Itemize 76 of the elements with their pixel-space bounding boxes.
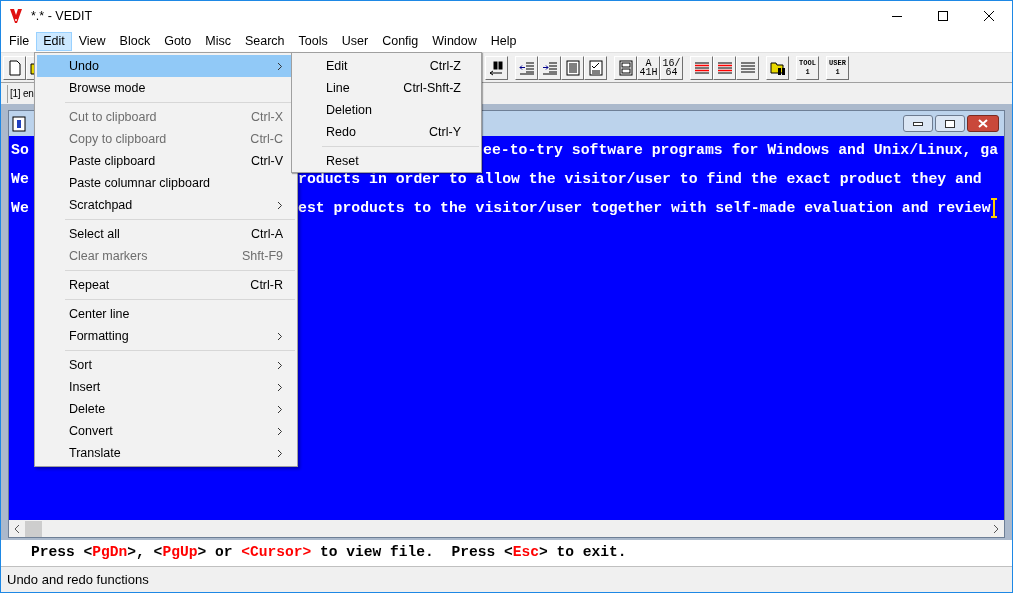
restore-button[interactable] [935,115,965,132]
message-text: PgUp [162,543,198,563]
message-text: PgDn [92,543,128,563]
frame-icon [617,59,634,76]
menu-item[interactable]: Center line [37,303,295,325]
toolbar-button[interactable]: 16/ 64 [660,55,683,80]
close-icon [978,119,988,128]
horizontal-scrollbar[interactable] [9,520,1004,537]
lines-icon [693,59,710,76]
editor-text: roducts in order to allow the visitor/user to find the exact product they and [298,170,982,189]
menu-item[interactable]: Repeat Ctrl-R [37,274,295,296]
menu-item[interactable]: Goto [157,32,199,51]
menu-item[interactable]: Delete [37,398,295,420]
menu-item[interactable]: Insert [37,376,295,398]
menu-item[interactable]: Help [483,32,524,51]
editor-text: So [11,141,29,160]
message-text: >, < [127,543,163,563]
close-icon [984,11,994,21]
message-text: > to exit. [539,543,627,563]
document-icon [564,59,581,76]
menu-item[interactable]: User [334,32,376,51]
window-title: *.* - VEDIT [31,7,93,25]
lines-icon [739,59,756,76]
toolbar-button[interactable] [766,55,789,80]
app-logo-icon [9,7,23,25]
menu-item[interactable]: Edit [36,32,72,51]
indent-icon [541,59,558,76]
message-text: <Cursor> [241,543,312,563]
menu-item[interactable]: File [2,32,37,51]
editor-text: ee-to-try software programs for Windows and Unix/Linux, ga [483,141,998,160]
toolbar-button[interactable] [614,55,637,80]
menu-item[interactable]: Line Ctrl-Shft-Z [294,77,479,99]
menu-item[interactable]: View [71,32,113,51]
menu-item[interactable]: Browse mode [37,77,295,99]
status-text: Undo and redo functions [7,570,149,589]
minimize-button[interactable] [903,115,933,132]
text-cursor-icon [990,198,997,218]
menu-item[interactable]: Convert [37,420,295,442]
toolbar-button[interactable] [485,55,508,80]
message-text: > or [197,543,234,563]
menu-item[interactable]: Search [237,32,292,51]
menu-item[interactable]: Paste columnar clipboard [37,172,295,194]
menu-item[interactable]: Scratchpad [37,194,295,216]
minimize-icon [913,121,923,126]
outdent-icon [518,59,535,76]
maximize-icon [938,11,948,21]
menu-item[interactable]: Reset [294,150,479,172]
menu-item[interactable]: Config [375,32,426,51]
toolbar-button[interactable]: A 41H [637,55,660,80]
editor-text: est products to the visitor/user together with self-made evaluation and review [298,199,991,218]
lines-icon [716,59,733,76]
menu-item[interactable]: Translate [37,442,295,464]
message-text: to view file. Press < [319,543,513,563]
message-text: Esc [512,543,539,563]
menu-item[interactable]: Block [112,32,158,51]
menu-item[interactable]: Sort [37,354,295,376]
scroll-thumb[interactable] [25,520,42,537]
document-icon [11,115,27,132]
editor-text: We [11,199,29,218]
editor-text: We [11,170,29,189]
new-document-icon [6,59,23,76]
menu-item[interactable]: Misc [198,32,238,51]
menu-item[interactable]: Window [425,32,484,51]
menu-item[interactable]: Formatting [37,325,295,347]
folder-binoculars-icon [769,59,786,76]
menu-item[interactable]: Tools [291,32,335,51]
restore-icon [945,119,955,128]
menu-item[interactable]: Edit Ctrl-Z [294,55,479,77]
menu-item[interactable]: Redo Ctrl-Y [294,121,479,143]
message-text: Press < [31,543,93,563]
menu-item[interactable]: Paste clipboard Ctrl-V [37,150,295,172]
close-button[interactable] [967,115,999,132]
checklist-icon [587,59,604,76]
binoculars-icon [488,59,505,76]
menu-item[interactable]: Select all Ctrl-A [37,223,295,245]
menu-item[interactable]: Deletion [294,99,479,121]
